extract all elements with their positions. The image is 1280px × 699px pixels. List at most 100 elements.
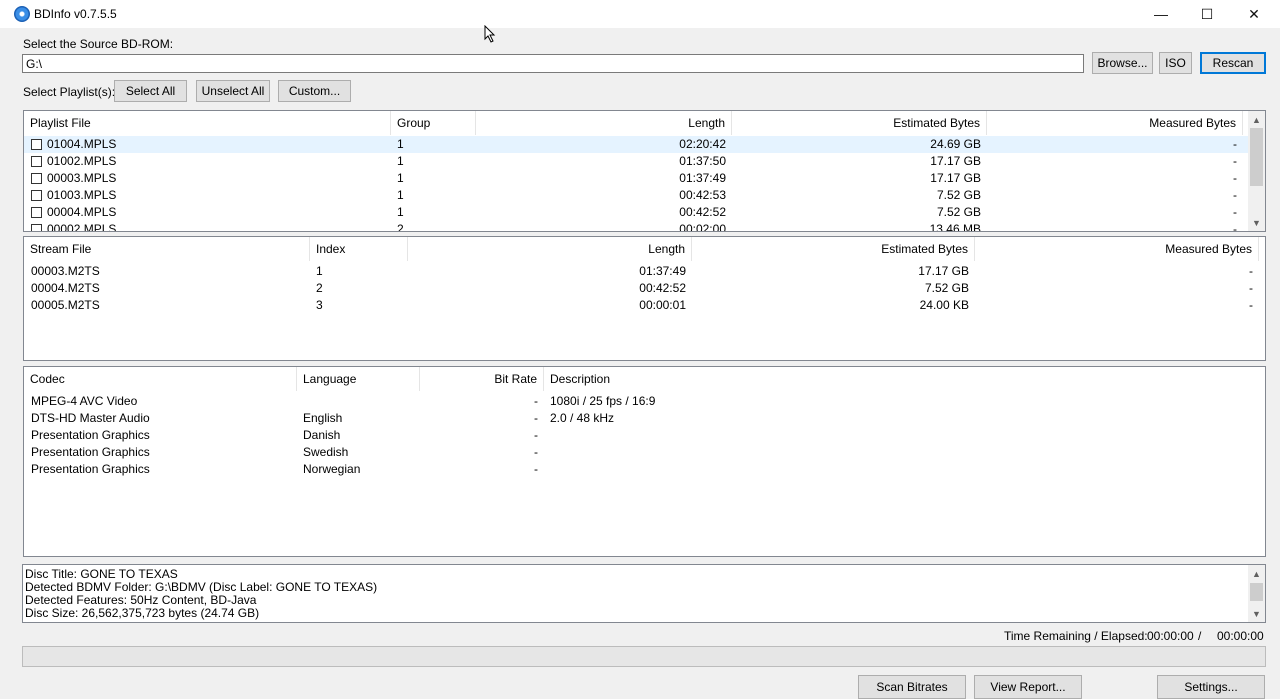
time-remaining-label: Time Remaining / Elapsed:: [1004, 629, 1148, 643]
playlist-checkbox[interactable]: [31, 224, 42, 231]
playlist-row[interactable]: 01002.MPLS 1 01:37:50 17.17 GB -: [24, 153, 1248, 170]
codec-language: Norwegian: [303, 462, 361, 476]
rescan-button[interactable]: Rescan: [1200, 52, 1266, 74]
scan-bitrates-button[interactable]: Scan Bitrates: [858, 675, 966, 699]
scroll-up-icon[interactable]: ▲: [1248, 111, 1265, 128]
playlist-estimated-bytes: 24.69 GB: [930, 137, 981, 151]
unselect-all-button[interactable]: Unselect All: [196, 80, 270, 102]
column-header-group[interactable]: Group: [391, 111, 476, 135]
codec-row[interactable]: Presentation Graphics Norwegian -: [24, 461, 1265, 478]
view-report-button[interactable]: View Report...: [974, 675, 1082, 699]
column-header-playlist-file[interactable]: Playlist File: [24, 111, 391, 135]
disc-info-scrollbar[interactable]: ▲ ▼: [1248, 565, 1265, 622]
scrollbar-thumb[interactable]: [1250, 128, 1263, 186]
playlist-checkbox[interactable]: [31, 156, 42, 167]
playlist-group: 1: [397, 205, 404, 219]
column-header-measured-bytes[interactable]: Measured Bytes: [987, 111, 1243, 135]
column-header-index[interactable]: Index: [310, 237, 408, 261]
column-header-bit-rate[interactable]: Bit Rate: [420, 367, 544, 391]
playlist-checkbox[interactable]: [31, 173, 42, 184]
stream-estimated-bytes: 7.52 GB: [924, 281, 969, 295]
playlist-measured-bytes: -: [1233, 188, 1237, 202]
custom-button[interactable]: Custom...: [278, 80, 351, 102]
playlist-scrollbar[interactable]: ▲ ▼: [1248, 111, 1265, 231]
stream-row[interactable]: 00005.M2TS 3 00:00:01 24.00 KB -: [24, 297, 1265, 314]
stream-measured-bytes: -: [1249, 264, 1253, 278]
playlist-checkbox[interactable]: [31, 139, 42, 150]
stream-estimated-bytes: 24.00 KB: [919, 298, 969, 312]
stream-table[interactable]: Stream File Index Length Estimated Bytes…: [23, 236, 1266, 361]
codec-description: 2.0 / 48 kHz: [550, 411, 615, 425]
stream-measured-bytes: -: [1249, 298, 1253, 312]
playlist-table[interactable]: Playlist File Group Length Estimated Byt…: [23, 110, 1266, 232]
playlist-file: 00002.MPLS: [47, 222, 117, 232]
scroll-down-icon[interactable]: ▼: [1248, 214, 1265, 231]
column-header-estimated-bytes[interactable]: Estimated Bytes: [692, 237, 975, 261]
codec-table[interactable]: Codec Language Bit Rate Description MPEG…: [23, 366, 1266, 557]
column-header-codec[interactable]: Codec: [24, 367, 297, 391]
column-header-stream-file[interactable]: Stream File: [24, 237, 310, 261]
codec-row[interactable]: DTS-HD Master Audio English - 2.0 / 48 k…: [24, 410, 1265, 427]
playlist-file: 01003.MPLS: [47, 188, 117, 202]
codec-row[interactable]: Presentation Graphics Danish -: [24, 427, 1265, 444]
codec-description: 1080i / 25 fps / 16:9: [550, 394, 656, 408]
playlist-length: 02:20:42: [679, 137, 726, 151]
playlist-group: 2: [397, 222, 404, 232]
playlist-measured-bytes: -: [1233, 222, 1237, 232]
time-separator: /: [1198, 629, 1202, 643]
playlist-file: 01004.MPLS: [47, 137, 117, 151]
stream-measured-bytes: -: [1249, 281, 1253, 295]
stream-length: 00:42:52: [639, 281, 686, 295]
playlist-estimated-bytes: 7.52 GB: [936, 188, 981, 202]
playlist-estimated-bytes: 7.52 GB: [936, 205, 981, 219]
playlist-row[interactable]: 00003.MPLS 1 01:37:49 17.17 GB -: [24, 170, 1248, 187]
playlist-measured-bytes: -: [1233, 154, 1237, 168]
settings-button[interactable]: Settings...: [1157, 675, 1265, 699]
playlist-measured-bytes: -: [1233, 171, 1237, 185]
stream-row[interactable]: 00003.M2TS 1 01:37:49 17.17 GB -: [24, 263, 1265, 280]
stream-row[interactable]: 00004.M2TS 2 00:42:52 7.52 GB -: [24, 280, 1265, 297]
playlist-group: 1: [397, 154, 404, 168]
column-header-length[interactable]: Length: [408, 237, 692, 261]
playlist-measured-bytes: -: [1233, 137, 1237, 151]
browse-button[interactable]: Browse...: [1092, 52, 1153, 74]
playlist-row[interactable]: 01003.MPLS 1 00:42:53 7.52 GB -: [24, 187, 1248, 204]
codec-name: Presentation Graphics: [31, 445, 150, 459]
minimize-button[interactable]: —: [1138, 0, 1184, 28]
playlist-checkbox[interactable]: [31, 190, 42, 201]
playlist-row[interactable]: 00004.MPLS 1 00:42:52 7.52 GB -: [24, 204, 1248, 221]
stream-length: 00:00:01: [639, 298, 686, 312]
column-header-length[interactable]: Length: [476, 111, 732, 135]
codec-bit-rate: -: [534, 445, 538, 459]
codec-language: English: [303, 411, 343, 425]
stream-file: 00003.M2TS: [31, 264, 100, 278]
column-header-measured-bytes[interactable]: Measured Bytes: [975, 237, 1259, 261]
title-bar: BDInfo v0.7.5.5 — ☐ ✕: [0, 0, 1280, 28]
playlist-checkbox[interactable]: [31, 207, 42, 218]
codec-bit-rate: -: [534, 394, 538, 408]
iso-button[interactable]: ISO: [1159, 52, 1192, 74]
column-header-language[interactable]: Language: [297, 367, 420, 391]
time-remaining-value: 00:00:00: [1147, 629, 1194, 643]
close-button[interactable]: ✕: [1231, 0, 1277, 28]
playlist-file: 00003.MPLS: [47, 171, 117, 185]
playlist-group: 1: [397, 188, 404, 202]
scrollbar-thumb[interactable]: [1250, 583, 1263, 601]
codec-row[interactable]: Presentation Graphics Swedish -: [24, 444, 1265, 461]
disc-info-textbox[interactable]: Disc Title: GONE TO TEXAS Detected BDMV …: [22, 564, 1266, 623]
select-all-button[interactable]: Select All: [114, 80, 187, 102]
column-header-description[interactable]: Description: [544, 367, 1265, 391]
stream-file: 00004.M2TS: [31, 281, 100, 295]
playlist-measured-bytes: -: [1233, 205, 1237, 219]
playlist-length: 00:42:52: [679, 205, 726, 219]
column-header-estimated-bytes[interactable]: Estimated Bytes: [732, 111, 987, 135]
maximize-button[interactable]: ☐: [1184, 0, 1230, 28]
playlist-row[interactable]: 00002.MPLS 2 00:02:00 13.46 MB -: [24, 221, 1248, 232]
playlist-file: 01002.MPLS: [47, 154, 117, 168]
scroll-up-icon[interactable]: ▲: [1248, 565, 1265, 582]
playlist-row[interactable]: 01004.MPLS 1 02:20:42 24.69 GB -: [24, 136, 1248, 153]
mouse-cursor-icon: [484, 25, 496, 43]
codec-row[interactable]: MPEG-4 AVC Video - 1080i / 25 fps / 16:9: [24, 393, 1265, 410]
scroll-down-icon[interactable]: ▼: [1248, 605, 1265, 622]
source-path-input[interactable]: G:\: [22, 54, 1084, 73]
